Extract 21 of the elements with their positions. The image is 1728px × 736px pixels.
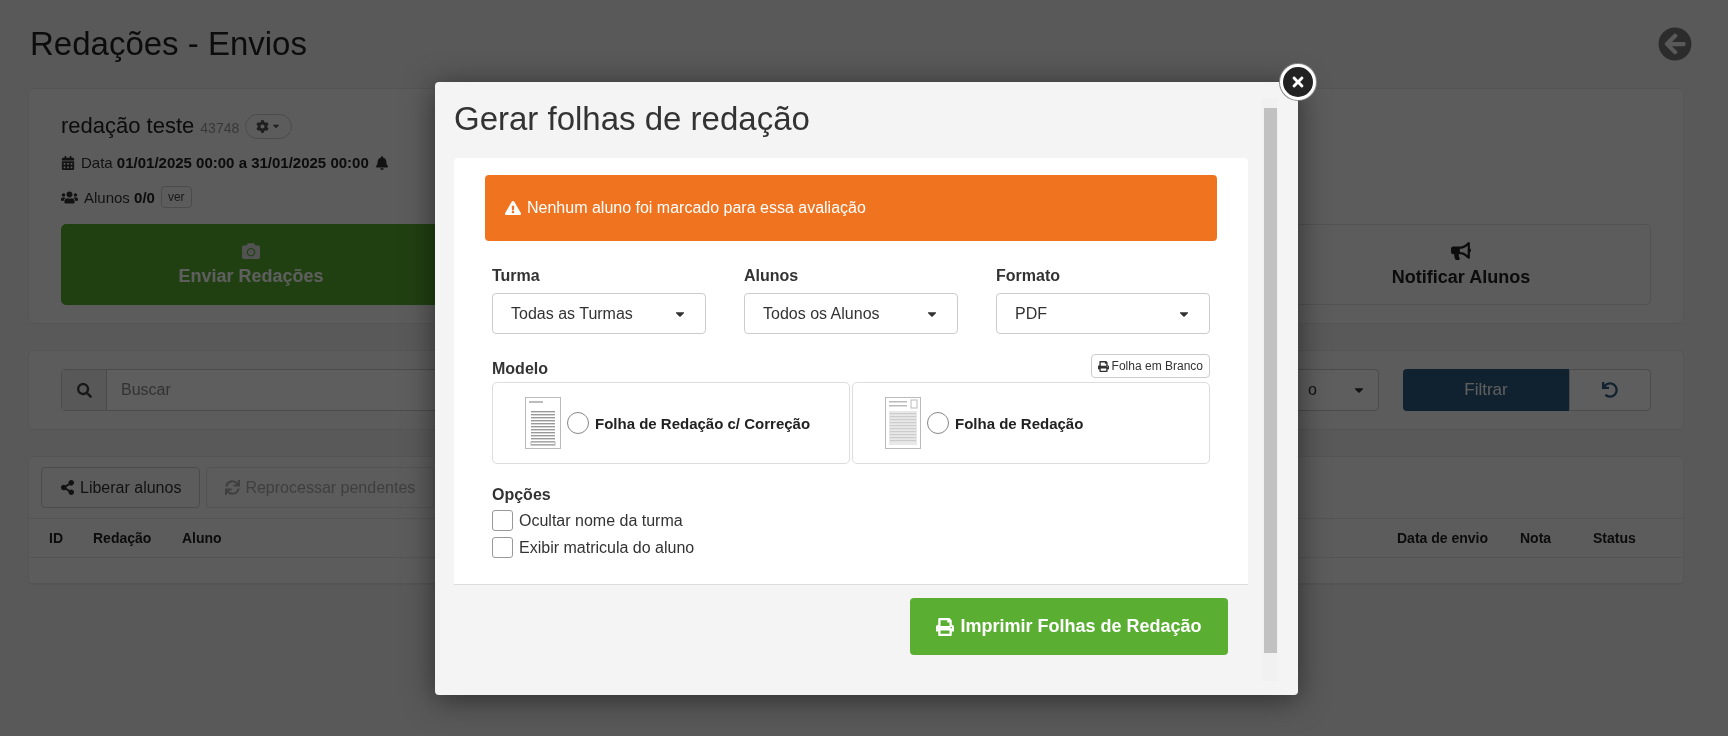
field-label: Modelo (492, 360, 548, 378)
checkbox-label: Ocultar nome da turma (519, 511, 683, 530)
alert-text: Nenhum aluno foi marcado para essa avaliação (527, 199, 866, 217)
students-count-text: Alunos 0/0 (84, 188, 155, 206)
assessment-name: redação teste (61, 113, 195, 139)
model-label: Folha de Redação c/ Correção (595, 414, 811, 432)
column-header: Data de envio (1397, 530, 1490, 546)
model-label: Folha de Redação (955, 414, 1084, 432)
page-title: Redações - Envios (30, 25, 307, 63)
modal-title: Gerar folhas de redação (454, 99, 811, 139)
field-label: Opções (492, 486, 552, 504)
date-range-text: Data 01/01/2025 00:00 a 31/01/2025 00:00 (81, 154, 369, 171)
field-label: Formato (996, 267, 1061, 285)
checkbox-label: Exibir matricula do aluno (519, 538, 695, 557)
field-label: Alunos (744, 267, 800, 285)
field-label: Turma (492, 267, 541, 285)
column-header: ID (49, 530, 64, 546)
column-header: Redação (93, 530, 153, 546)
column-header: Status (1593, 530, 1637, 546)
column-header: Nota (1520, 530, 1553, 546)
column-header: Aluno (182, 530, 223, 546)
